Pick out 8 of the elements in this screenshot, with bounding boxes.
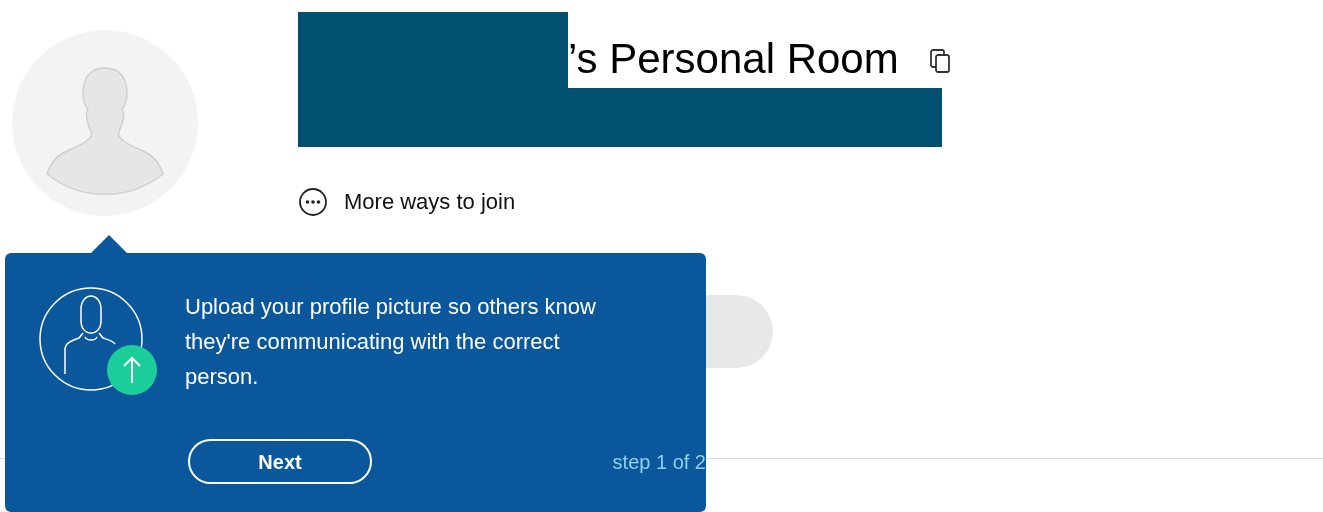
next-button[interactable]: Next xyxy=(188,439,372,484)
avatar-placeholder-icon xyxy=(12,30,198,216)
copy-icon[interactable] xyxy=(928,48,951,74)
step-counter: step 1 of 2 xyxy=(612,449,706,475)
more-ways-link[interactable]: More ways to join xyxy=(344,185,516,218)
room-title: ’s Personal Room xyxy=(568,34,899,84)
tour-message: Upload your profile picture so others know they're communicating with the correct person. xyxy=(185,293,597,391)
more-icon[interactable] xyxy=(298,186,328,217)
